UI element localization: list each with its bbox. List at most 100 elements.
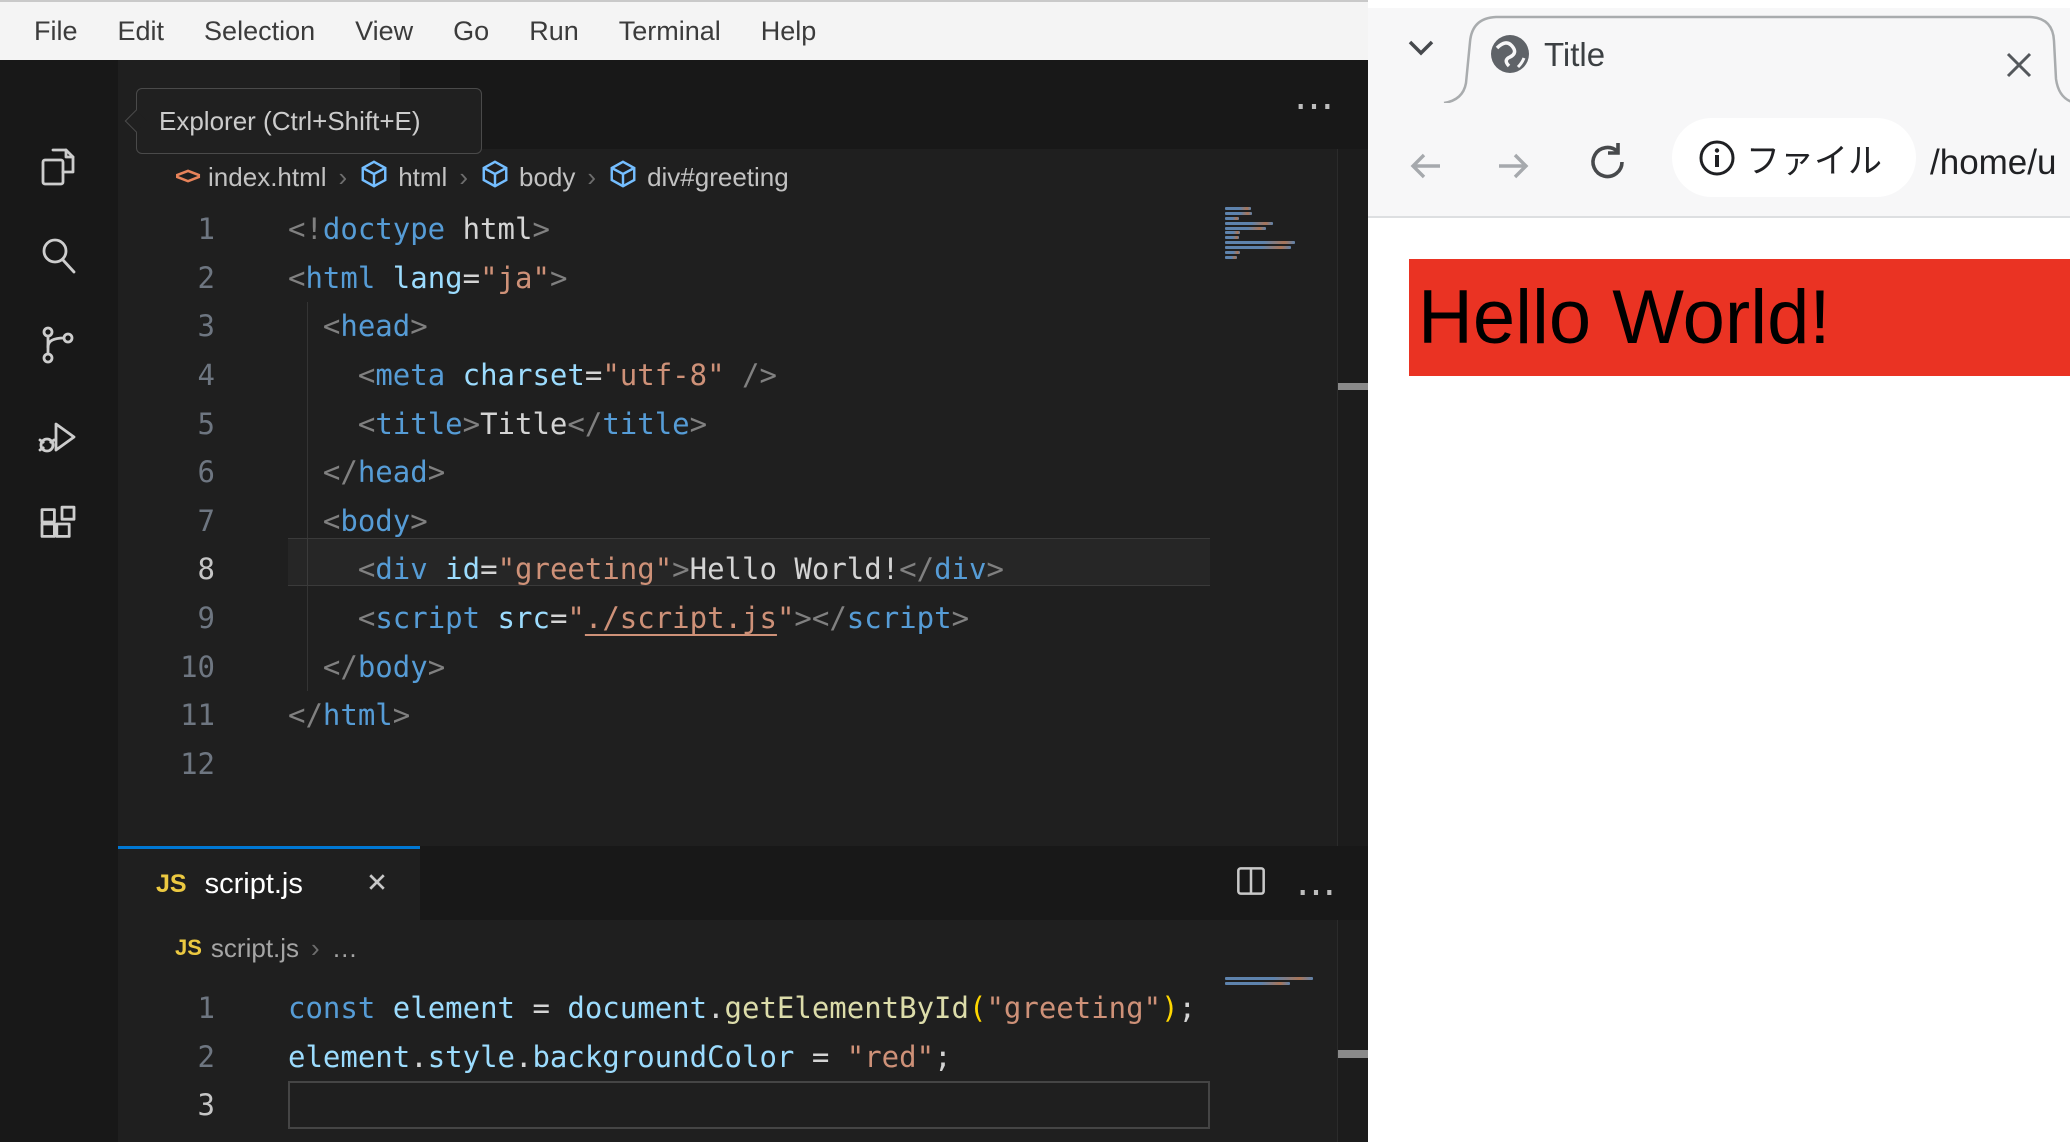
split-editor-icon[interactable] xyxy=(1232,862,1270,905)
html-file-icon: <> xyxy=(175,163,201,190)
minimap-line xyxy=(1225,246,1292,250)
code-line[interactable]: 2 element.style.backgroundColor = "red"; xyxy=(118,1033,1210,1082)
code-text: <body> xyxy=(322,503,428,538)
code-line[interactable]: 9 <script src="./script.js"></script> xyxy=(118,594,1210,643)
minimap-line xyxy=(1225,216,1239,220)
site-info-chip[interactable]: ファイル xyxy=(1672,118,1916,197)
minimap-line xyxy=(1225,236,1239,240)
minimap[interactable] xyxy=(1225,207,1325,266)
breadcrumb-label: html xyxy=(398,161,448,192)
reload-icon[interactable] xyxy=(1588,141,1628,183)
close-icon[interactable] xyxy=(365,870,389,899)
code-text: <head> xyxy=(322,309,428,344)
code-line[interactable]: 12 xyxy=(118,740,1210,789)
code-text: <div id="greeting">Hello World!</div> xyxy=(357,552,1004,587)
js-code-area[interactable]: 1 const element = document.getElementById… xyxy=(118,984,1210,1130)
browser-tab-strip: Title xyxy=(1368,0,2070,106)
breadcrumb-file[interactable]: <> index.html xyxy=(175,162,327,193)
breadcrumb-segment[interactable]: html xyxy=(359,159,447,196)
line-number: 4 xyxy=(197,358,215,393)
run-debug-icon[interactable] xyxy=(34,413,82,461)
minimap-js[interactable] xyxy=(1225,977,1325,992)
search-icon[interactable] xyxy=(34,231,82,279)
editor-more-actions-icon[interactable]: ⋯ xyxy=(1294,86,1337,126)
breadcrumb-separator: › xyxy=(459,161,468,192)
minimap-line xyxy=(1225,241,1295,245)
browser-tab-title: Title xyxy=(1544,36,1606,73)
chip-label: ファイル xyxy=(1746,142,1882,180)
scrollbar-track[interactable] xyxy=(1337,149,1368,846)
breadcrumb-segment[interactable]: body xyxy=(480,159,575,196)
tab-close-icon[interactable] xyxy=(2004,50,2034,80)
panel-more-actions-icon[interactable]: ⋯ xyxy=(1296,872,1339,912)
minimap-line xyxy=(1225,226,1266,230)
code-line[interactable]: 1 <!doctype html> xyxy=(118,205,1210,254)
code-text: </body> xyxy=(322,649,446,684)
menu-run[interactable]: Run xyxy=(509,16,599,47)
line-number: 2 xyxy=(197,260,215,295)
code-text: <html lang="ja"> xyxy=(288,260,568,295)
source-control-icon[interactable] xyxy=(34,321,82,369)
code-line[interactable]: 6 </head> xyxy=(118,448,1210,497)
code-text: const element = document.getElementById(… xyxy=(288,991,1196,1026)
tab-label: script.js xyxy=(204,868,303,900)
menu-view[interactable]: View xyxy=(335,16,433,47)
code-line[interactable]: 7 <body> xyxy=(118,497,1210,546)
code-line[interactable]: 4 <meta charset="utf-8" /> xyxy=(118,351,1210,400)
explorer-tooltip: Explorer (Ctrl+Shift+E) xyxy=(124,88,482,154)
browser-tab[interactable] xyxy=(1368,0,2070,106)
code-text: <meta charset="utf-8" /> xyxy=(357,358,777,393)
menu-go[interactable]: Go xyxy=(433,16,509,47)
menu-help[interactable]: Help xyxy=(741,16,837,47)
menu-selection[interactable]: Selection xyxy=(184,16,335,47)
breadcrumb-segment[interactable]: … xyxy=(332,933,358,964)
code-line[interactable]: 3 xyxy=(118,1081,1210,1130)
minimap-line xyxy=(1225,207,1251,210)
breadcrumb-js[interactable]: JS script.js › … xyxy=(175,920,358,976)
back-icon[interactable] xyxy=(1409,149,1443,183)
code-line[interactable]: 11 </html> xyxy=(118,691,1210,740)
minimap-line xyxy=(1225,221,1273,225)
breadcrumb[interactable]: <> index.html › html › body › div#greeting xyxy=(175,149,789,205)
code-line[interactable]: 1 const element = document.getElementById… xyxy=(118,984,1210,1033)
greeting-div: Hello World! xyxy=(1409,259,2070,376)
line-number: 11 xyxy=(180,698,215,733)
scrollbar-thumb[interactable] xyxy=(1338,383,1368,390)
code-line[interactable]: 3 <head> xyxy=(118,302,1210,351)
menu-file[interactable]: File xyxy=(14,16,98,47)
breadcrumb-separator: › xyxy=(311,932,320,963)
code-line[interactable]: 10 </body> xyxy=(118,642,1210,691)
breadcrumb-label: div#greeting xyxy=(647,161,789,192)
forward-icon[interactable] xyxy=(1496,149,1530,183)
line-number: 7 xyxy=(197,503,215,538)
screen: File Edit Selection View Go Run Terminal Help ⋯ xyxy=(0,0,2070,1142)
code-line[interactable]: 2 <html lang="ja"> xyxy=(118,254,1210,303)
browser-viewport: Hello World! xyxy=(1368,218,2070,1142)
scrollbar-thumb-js[interactable] xyxy=(1338,1050,1368,1058)
menu-terminal[interactable]: Terminal xyxy=(599,16,741,47)
code-text: </html> xyxy=(288,698,411,733)
tab-script-js[interactable]: JS script.js xyxy=(118,846,420,920)
breadcrumb-label: body xyxy=(519,161,576,192)
address-url[interactable]: /home/u xyxy=(1930,143,2056,183)
breadcrumb-segment[interactable]: div#greeting xyxy=(608,159,789,196)
minimap-line xyxy=(1225,981,1290,985)
line-number: 12 xyxy=(180,746,215,781)
line-number: 8 xyxy=(197,552,215,587)
line-number: 3 xyxy=(197,309,215,344)
code-line[interactable]: 5 <title>Title</title> xyxy=(118,399,1210,448)
html-code-area[interactable]: 1 <!doctype html> 2 <html lang="ja"> 3 <head… xyxy=(118,205,1210,788)
js-file-icon: JS xyxy=(175,935,202,960)
code-text: <title>Title</title> xyxy=(357,406,708,441)
extensions-icon[interactable] xyxy=(34,502,82,550)
code-line[interactable]: 8 <div id="greeting">Hello World!</div> xyxy=(118,545,1210,594)
breadcrumb-label: index.html xyxy=(208,161,327,192)
menu-edit[interactable]: Edit xyxy=(98,16,185,47)
explorer-icon[interactable] xyxy=(34,143,82,191)
tab-search-chevron-icon[interactable] xyxy=(1404,34,1440,62)
scrollbar-track-js[interactable] xyxy=(1337,920,1368,1142)
breadcrumb-file[interactable]: JS script.js xyxy=(175,933,299,964)
line-number: 10 xyxy=(180,649,215,684)
symbol-cube-icon xyxy=(359,159,389,196)
activity-bar xyxy=(0,60,119,1142)
